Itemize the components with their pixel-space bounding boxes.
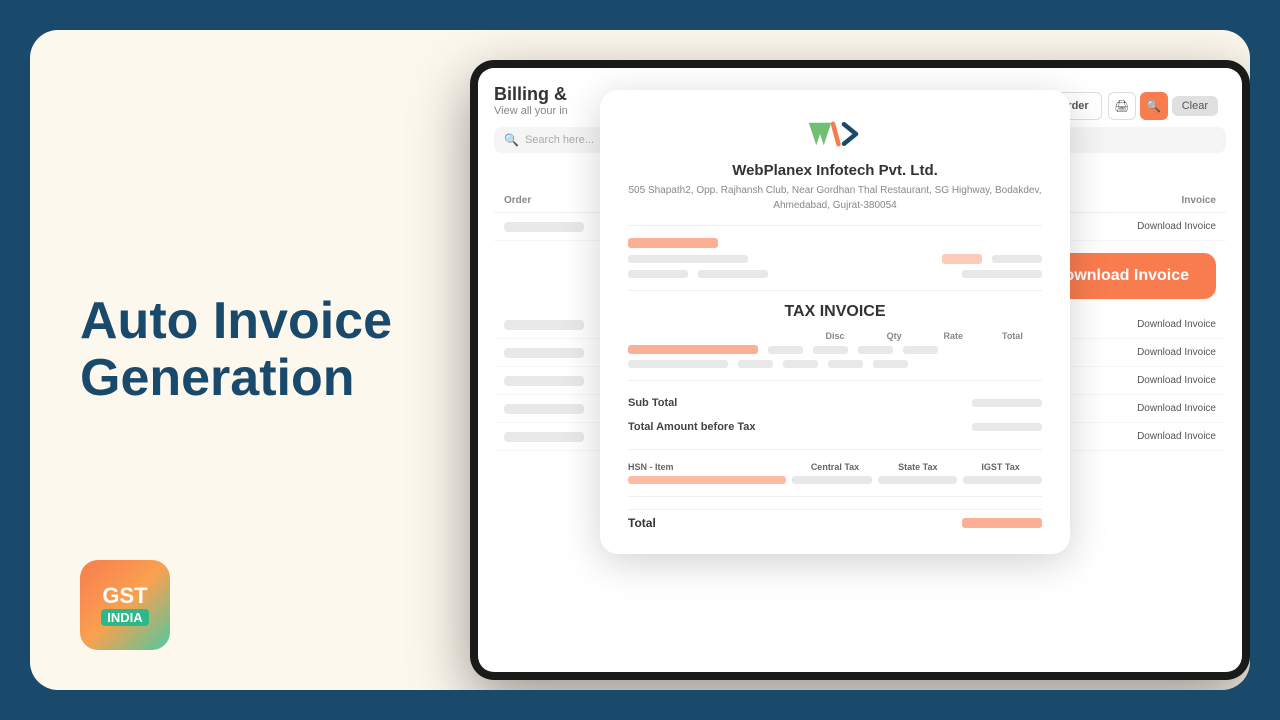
download-invoice-btn-6[interactable]: Download Invoice xyxy=(1137,431,1216,442)
main-frame: Auto Invoice Generation GST INDIA Billin… xyxy=(30,30,1250,690)
invoice-col-headers: Disc Qty Rate Total xyxy=(628,331,1042,341)
item-row-2 xyxy=(628,360,1042,368)
search-buttons: 🖨 🔍 Clear xyxy=(1108,92,1218,120)
tablet-container: Billing & View all your in 🔍 Search here… xyxy=(470,60,1250,690)
india-label: INDIA xyxy=(101,609,148,626)
col-rate: Rate xyxy=(924,331,983,341)
invoice-card: WebPlanex Infotech Pvt. Ltd. 505 Shapath… xyxy=(600,90,1070,554)
download-invoice-btn-3[interactable]: Download Invoice xyxy=(1137,347,1216,358)
download-invoice-btn-4[interactable]: Download Invoice xyxy=(1137,375,1216,386)
main-title: Auto Invoice Generation xyxy=(80,293,400,407)
print-icon[interactable]: 🖨 xyxy=(1108,92,1136,120)
divider-2 xyxy=(628,290,1042,291)
gst-badge: GST INDIA xyxy=(80,560,170,650)
total-label: Total xyxy=(628,516,656,530)
left-section: Auto Invoice Generation xyxy=(30,233,450,487)
total-before-tax-label: Total Amount before Tax xyxy=(628,421,756,433)
order-col-header: Order xyxy=(504,195,531,206)
divider-5 xyxy=(628,496,1042,497)
download-invoice-btn-1[interactable]: Download Invoice xyxy=(1137,221,1216,232)
igst-tax-col: IGST Tax xyxy=(959,462,1042,472)
download-invoice-btn-2[interactable]: Download Invoice xyxy=(1137,319,1216,330)
item-row-1 xyxy=(628,345,1042,354)
search-icon: 🔍 xyxy=(504,133,519,147)
invoice-item-rows xyxy=(628,345,1042,368)
search-placeholder: Search here... xyxy=(525,134,594,146)
hsn-data-row xyxy=(628,476,1042,484)
total-before-tax-row: Total Amount before Tax xyxy=(628,417,1042,437)
total-row: Total xyxy=(628,509,1042,530)
col-disc: Disc xyxy=(805,331,864,341)
col-desc xyxy=(628,331,805,341)
divider-4 xyxy=(628,449,1042,450)
clear-button[interactable]: Clear xyxy=(1172,96,1218,116)
col-qty: Qty xyxy=(865,331,924,341)
webplanex-logo xyxy=(805,114,865,154)
hsn-header: HSN - Item Central Tax State Tax IGST Ta… xyxy=(628,462,1042,472)
skel-row-2 xyxy=(628,254,1042,264)
central-tax-col: Central Tax xyxy=(794,462,877,472)
invoice-title: TAX INVOICE xyxy=(628,303,1042,321)
gst-label: GST xyxy=(102,585,147,607)
download-invoice-btn-5[interactable]: Download Invoice xyxy=(1137,403,1216,414)
company-logo xyxy=(628,114,1042,154)
sub-total-label: Sub Total xyxy=(628,397,677,409)
sub-total-row: Sub Total xyxy=(628,393,1042,413)
invoice-col-header: Invoice xyxy=(1182,195,1216,206)
search-icon-btn[interactable]: 🔍 xyxy=(1140,92,1168,120)
divider-3 xyxy=(628,380,1042,381)
skel-row-3 xyxy=(628,270,1042,278)
divider-1 xyxy=(628,225,1042,226)
total-value xyxy=(962,518,1042,528)
sub-total-value xyxy=(972,399,1042,407)
skel-row-1 xyxy=(628,238,1042,248)
state-tax-col: State Tax xyxy=(876,462,959,472)
company-name: WebPlanex Infotech Pvt. Ltd. xyxy=(628,162,1042,179)
hsn-item-col: HSN - Item xyxy=(628,462,794,472)
col-total: Total xyxy=(983,331,1042,341)
billing-info-skeleton xyxy=(628,238,1042,278)
total-before-tax-value xyxy=(972,423,1042,431)
company-address: 505 Shapath2, Opp. Rajhansh Club, Near G… xyxy=(628,183,1042,213)
